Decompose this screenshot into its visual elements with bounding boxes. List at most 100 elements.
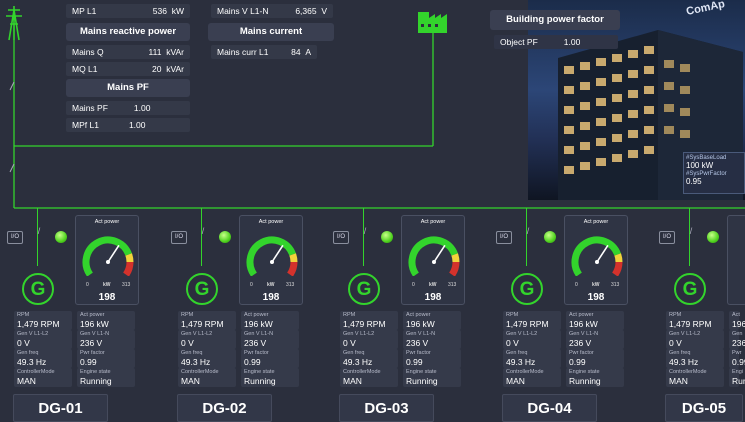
- cell-value: 236 V: [406, 338, 429, 348]
- genset-name-button[interactable]: DG-01: [13, 394, 108, 422]
- controller-mode-cell: ControllerMode MAN: [666, 368, 724, 387]
- genset-name-button[interactable]: DG-05: [665, 394, 743, 422]
- mains-reactive-power-header: Mains reactive power: [66, 23, 190, 41]
- controller-mode-cell: ControllerMode MAN: [340, 368, 398, 387]
- gauge-value: 198: [587, 292, 605, 303]
- mpf-l1-row: MPf L1 1.00: [66, 118, 190, 132]
- io-button[interactable]: I/O: [171, 231, 187, 244]
- cell-label: Gen V L1-L2: [343, 331, 375, 337]
- cell-value: 0 V: [181, 338, 194, 348]
- gauge-dial: [571, 236, 623, 276]
- gauge-unit: kW: [103, 282, 111, 288]
- gen-v-l1n-cell: Gen V L1-N 236 V: [566, 330, 624, 349]
- engine-state-cell: Engine state Running: [403, 368, 461, 387]
- building-power-factor-header: Building power factor: [490, 10, 620, 30]
- cell-value: 0 V: [17, 338, 30, 348]
- cell-label: Gen freq: [669, 350, 691, 356]
- genset-feeder-line: [37, 208, 39, 266]
- cell-value: MAN: [17, 376, 36, 386]
- cell-value: 0.99: [80, 357, 97, 367]
- act-power-gauge: Act power 0 kW 313 198: [75, 215, 139, 305]
- generator-icon[interactable]: G: [674, 273, 706, 305]
- gen-freq-cell: Gen freq 49.3 Hz: [178, 349, 236, 368]
- generator-icon[interactable]: G: [22, 273, 54, 305]
- genset-feeder-line: [689, 208, 691, 266]
- genset-name-button[interactable]: DG-04: [502, 394, 597, 422]
- sys-params-overlay: #SysBaseLoad 100 kW #SysPwrFactor 0.95: [683, 152, 745, 194]
- cell-value: 0 V: [669, 338, 682, 348]
- cell-value: 49.3 Hz: [181, 357, 211, 367]
- cell-label: Engi: [732, 369, 744, 375]
- mains-q-row: Mains Q 111 kVAr: [66, 45, 190, 59]
- gauge-max: 313: [611, 282, 620, 288]
- gauge-title: Act power: [420, 219, 446, 225]
- cell-label: Pwr factor: [406, 350, 431, 356]
- cell-value: 236 V: [80, 338, 103, 348]
- cell-label: Act power: [569, 312, 594, 318]
- cell-label: Gen V L1-L2: [181, 331, 213, 337]
- cell-label: Pwr factor: [80, 350, 105, 356]
- rpm-cell: RPM 1,479 RPM: [340, 311, 398, 330]
- cell-label: Gen V L1-N: [80, 331, 110, 337]
- breaker-icon: /: [37, 226, 41, 236]
- engine-state-cell: Engi Run: [729, 368, 745, 387]
- io-button[interactable]: I/O: [659, 231, 675, 244]
- cell-value: 236 V: [569, 338, 592, 348]
- cell-value: Run: [732, 376, 745, 386]
- pwr-factor-cell: Pwr 0.99: [729, 349, 745, 368]
- cell-value: Running: [569, 376, 601, 386]
- gen-v-l1l2-cell: Gen V L1-L2 0 V: [178, 330, 236, 349]
- cell-value: 0.99: [732, 357, 745, 367]
- pwr-factor-cell: Pwr factor 0.99: [77, 349, 135, 368]
- act-power-gauge: Act power 0 kW 313 198: [239, 215, 303, 305]
- cell-value: 196 kW: [569, 319, 598, 329]
- act-power-cell: Act power 196 kW: [403, 311, 461, 330]
- genset-name-button[interactable]: DG-03: [339, 394, 434, 422]
- cell-value: Running: [80, 376, 112, 386]
- rpm-cell: RPM 1,479 RPM: [178, 311, 236, 330]
- cell-value: 196: [732, 319, 745, 329]
- cell-label: Pwr factor: [569, 350, 594, 356]
- act-power-gauge: [727, 215, 745, 305]
- cell-label: Act power: [406, 312, 431, 318]
- cell-label: RPM: [669, 312, 682, 318]
- io-button[interactable]: I/O: [7, 231, 23, 244]
- cell-label: Gen V L1-L2: [506, 331, 538, 337]
- mains-v-row: Mains V L1-N 6,365 V: [211, 4, 333, 18]
- gauge-max: 313: [448, 282, 457, 288]
- pwr-factor-cell: Pwr factor 0.99: [241, 349, 299, 368]
- cell-label: Gen: [732, 331, 743, 337]
- engine-state-cell: Engine state Running: [241, 368, 299, 387]
- cell-value: 1,479 RPM: [181, 319, 224, 329]
- gauge-unit: kW: [267, 282, 275, 288]
- engine-state-cell: Engine state Running: [77, 368, 135, 387]
- cell-label: RPM: [181, 312, 194, 318]
- rpm-cell: RPM 1,479 RPM: [666, 311, 724, 330]
- gauge-title: Act power: [583, 219, 609, 225]
- act-power-gauge: Act power 0 kW 313 198: [564, 215, 628, 305]
- io-button[interactable]: I/O: [333, 231, 349, 244]
- act-power-gauge: Act power 0 kW 313 198: [401, 215, 465, 305]
- cell-value: 196 kW: [80, 319, 109, 329]
- cell-value: 1,479 RPM: [17, 319, 60, 329]
- generator-icon[interactable]: G: [348, 273, 380, 305]
- cell-value: MAN: [669, 376, 688, 386]
- cell-label: ControllerMode: [343, 369, 381, 375]
- act-power-cell: Act 196: [729, 311, 745, 330]
- cell-value: 196 kW: [244, 319, 273, 329]
- cell-label: RPM: [506, 312, 519, 318]
- sys-base-load-value: 100 kW: [686, 161, 714, 170]
- cell-value: 1,479 RPM: [669, 319, 712, 329]
- object-pf-row: Object PF 1.00: [494, 35, 618, 49]
- cell-value: MAN: [181, 376, 200, 386]
- cell-label: ControllerMode: [506, 369, 544, 375]
- controller-mode-cell: ControllerMode MAN: [503, 368, 561, 387]
- cell-label: ControllerMode: [669, 369, 707, 375]
- io-button[interactable]: I/O: [496, 231, 512, 244]
- breaker-icon: /: [363, 226, 367, 236]
- generator-icon[interactable]: G: [186, 273, 218, 305]
- generator-icon[interactable]: G: [511, 273, 543, 305]
- cell-value: 0.99: [244, 357, 261, 367]
- breaker-icon: /: [689, 226, 693, 236]
- genset-name-button[interactable]: DG-02: [177, 394, 272, 422]
